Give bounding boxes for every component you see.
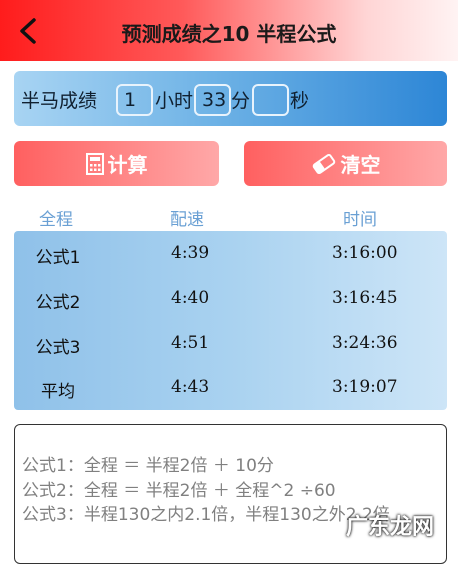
header-bar: 预测成绩之10 半程公式 — [0, 0, 458, 61]
results-table: 公式1 4:39 3:16:00 公式2 4:40 3:16:45 公式3 4:… — [14, 231, 447, 410]
calculate-button[interactable]: 计算 — [14, 141, 219, 186]
row-name: 公式1 — [35, 248, 81, 268]
table-row: 公式2 4:40 3:16:45 — [14, 276, 447, 320]
input-label: 半马成绩 — [21, 90, 98, 112]
row-name: 平均 — [41, 382, 75, 402]
formula-line-3: 公式3：半程130之内2.1倍，半程130之外2.2倍 — [22, 505, 390, 525]
clear-button[interactable]: 清空 — [244, 141, 447, 186]
row-time: 3:19:07 — [332, 377, 398, 397]
table-row: 平均 4:43 3:19:07 — [14, 365, 447, 409]
seconds-unit: 秒 — [290, 90, 310, 112]
row-pace: 4:40 — [171, 288, 210, 308]
table-row: 公式1 4:39 3:16:00 — [14, 231, 447, 275]
hours-unit: 小时 — [155, 90, 194, 112]
formula-line-1: 公式1：全程 ＝ 半程2倍 ＋ 10分 — [22, 456, 274, 476]
table-row: 公式3 4:51 3:24:36 — [14, 321, 447, 365]
calculate-label: 计算 — [107, 153, 148, 177]
page-title: 预测成绩之10 半程公式 — [121, 22, 337, 46]
clear-label: 清空 — [340, 153, 381, 177]
row-pace: 4:43 — [171, 377, 210, 397]
column-header-time: 时间 — [343, 210, 377, 230]
watermark-text: 广东龙网 — [345, 515, 434, 540]
row-time: 3:24:36 — [332, 333, 398, 353]
half-marathon-input-bar: 半马成绩 1 小时 33 分 秒 — [14, 71, 447, 126]
minutes-unit: 分 — [231, 90, 251, 112]
row-time: 3:16:45 — [332, 288, 398, 308]
seconds-input[interactable] — [252, 84, 289, 116]
formula-panel: 公式1：全程 ＝ 半程2倍 ＋ 10分 公式2：全程 ＝ 半程2倍 ＋ 全程^2… — [14, 424, 447, 564]
formula-line-2: 公式2：全程 ＝ 半程2倍 ＋ 全程^2 ÷60 — [22, 481, 336, 501]
hours-input[interactable]: 1 — [116, 84, 153, 116]
column-header-pace: 配速 — [170, 210, 204, 230]
calculator-icon — [85, 152, 104, 175]
eraser-icon — [312, 153, 335, 174]
row-name: 公式3 — [35, 338, 81, 358]
row-pace: 4:51 — [171, 333, 210, 353]
row-name: 公式2 — [35, 293, 81, 313]
minutes-input[interactable]: 33 — [194, 84, 231, 116]
row-time: 3:16:00 — [332, 243, 398, 263]
column-header-distance: 全程 — [39, 210, 73, 230]
row-pace: 4:39 — [171, 243, 210, 263]
